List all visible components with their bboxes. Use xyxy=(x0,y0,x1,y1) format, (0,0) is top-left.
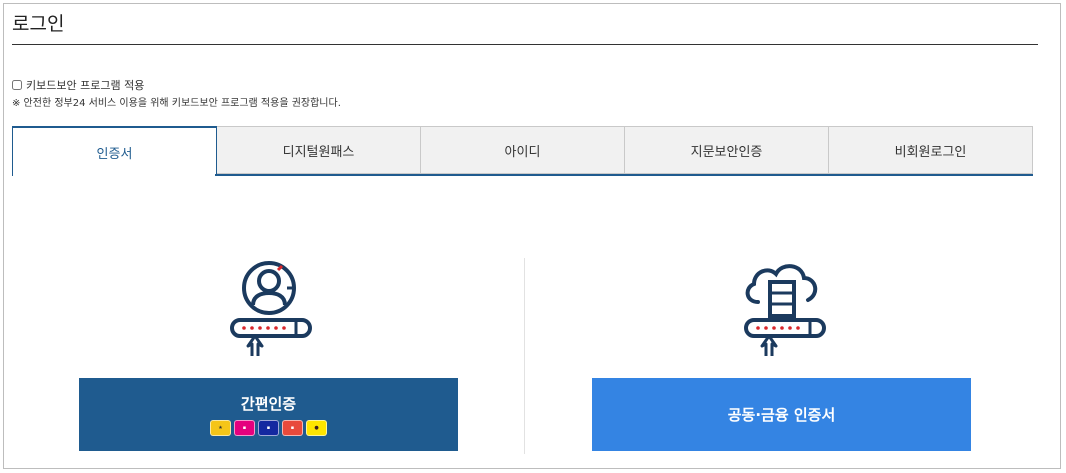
keyboard-security-note: ※ 안전한 정부24 서비스 이용을 위해 키보드보안 프로그램 적용을 권장합… xyxy=(12,98,341,109)
tab-non-member[interactable]: 비회원로그인 xyxy=(829,126,1033,174)
user-password-icon xyxy=(230,261,312,356)
keyboard-security-checkbox[interactable] xyxy=(12,80,22,90)
tab-fingerprint[interactable]: 지문보안인증 xyxy=(625,126,829,174)
joint-certificate-button[interactable]: 공동·금융 인증서 xyxy=(592,378,971,451)
cloud-server-password-icon xyxy=(744,264,826,356)
simple-auth-button[interactable]: 간편인증 ★ ▪ ▪ ▪ ● xyxy=(79,378,458,451)
keyboard-security-label: 키보드보안 프로그램 적용 xyxy=(26,79,145,92)
tab-certificate[interactable]: 인증서 xyxy=(12,126,217,176)
page-title: 로그인 xyxy=(12,13,65,35)
tab-digital-onepass[interactable]: 디지털원패스 xyxy=(217,126,421,174)
tab-id[interactable]: 아이디 xyxy=(421,126,625,174)
kakao-icon: ● xyxy=(306,420,327,436)
samsung-pass-icon: ▪ xyxy=(258,420,279,436)
title-divider xyxy=(12,44,1038,45)
kb-icon: ★ xyxy=(210,420,231,436)
keyboard-security-option[interactable]: 키보드보안 프로그램 적용 xyxy=(12,77,144,93)
login-method-tabs: 인증서 디지털원패스 아이디 지문보안인증 비회원로그인 xyxy=(12,126,1033,176)
column-divider xyxy=(524,258,525,454)
joint-certificate-label: 공동·금융 인증서 xyxy=(727,406,836,424)
provider-badges: ★ ▪ ▪ ▪ ● xyxy=(210,420,327,436)
toss-icon: ▪ xyxy=(282,420,303,436)
simple-auth-label: 간편인증 xyxy=(240,395,297,413)
pass-icon: ▪ xyxy=(234,420,255,436)
